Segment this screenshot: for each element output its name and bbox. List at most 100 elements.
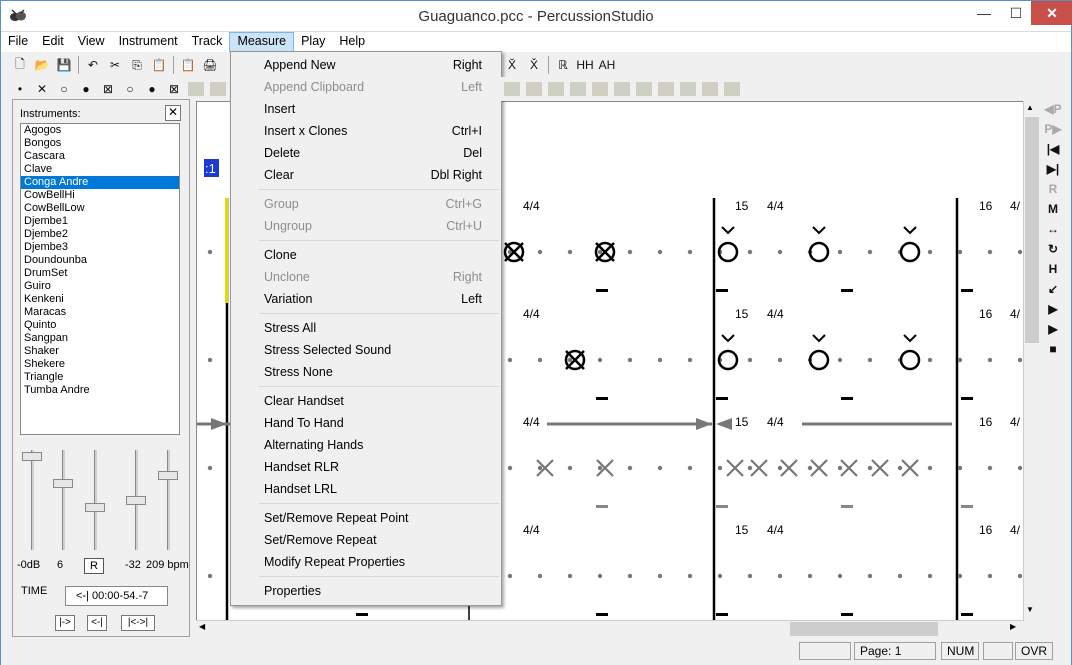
menu-item-clear-handset[interactable]: Clear Handset bbox=[233, 390, 499, 412]
slider-thumb[interactable] bbox=[126, 496, 146, 505]
beat-dot[interactable] bbox=[837, 249, 843, 255]
beat-dot[interactable] bbox=[807, 465, 813, 471]
mute-note[interactable] bbox=[750, 459, 768, 477]
instrument-item[interactable]: CowBellHi bbox=[21, 189, 179, 202]
instrument-item[interactable]: Guiro bbox=[21, 280, 179, 293]
beat-dot[interactable] bbox=[207, 465, 213, 471]
menu-item-handset-lrl[interactable]: Handset LRL bbox=[233, 478, 499, 500]
beat-dot[interactable] bbox=[657, 357, 663, 363]
mute-note[interactable] bbox=[780, 459, 798, 477]
beat-dot[interactable] bbox=[777, 249, 783, 255]
sound-slot[interactable] bbox=[548, 82, 564, 96]
menu-item-set-remove-repeat[interactable]: Set/Remove Repeat bbox=[233, 529, 499, 551]
mute-note[interactable] bbox=[901, 459, 919, 477]
instrument-item[interactable]: DrumSet bbox=[21, 267, 179, 280]
sound-slot[interactable] bbox=[592, 82, 608, 96]
toolbar-button-5[interactable]: ⎘ bbox=[126, 54, 148, 76]
sound-tool-button-0[interactable]: • bbox=[9, 78, 31, 100]
sound-slot[interactable] bbox=[614, 82, 630, 96]
right-tool-button-11[interactable]: ▶ bbox=[1041, 319, 1065, 339]
toolbar-button-1[interactable]: 📂 bbox=[31, 54, 53, 76]
open-tone-note[interactable] bbox=[899, 226, 921, 263]
beat-dot[interactable] bbox=[897, 465, 903, 471]
sound-slot[interactable] bbox=[210, 82, 226, 96]
beat-dot[interactable] bbox=[537, 465, 543, 471]
toolbar-button-2[interactable]: 💾 bbox=[53, 54, 75, 76]
menu-item-append-new[interactable]: Append New Right bbox=[233, 54, 499, 76]
beat-dot[interactable] bbox=[777, 465, 783, 471]
menu-item-delete[interactable]: Delete Del bbox=[233, 142, 499, 164]
right-tool-button-1[interactable]: P▶ bbox=[1041, 119, 1065, 139]
menu-edit[interactable]: Edit bbox=[35, 32, 71, 52]
sound-slot[interactable] bbox=[680, 82, 696, 96]
beat-dot[interactable] bbox=[627, 357, 633, 363]
instrument-item[interactable]: Triangle bbox=[21, 371, 179, 384]
sound-slot[interactable] bbox=[526, 82, 542, 96]
score-horizontal-scrollbar[interactable]: ◀ ▶ bbox=[196, 620, 1024, 637]
toolbar-button-3[interactable]: ↶ bbox=[82, 54, 104, 76]
menu-measure[interactable]: Measure bbox=[229, 32, 295, 52]
beat-dot[interactable] bbox=[867, 357, 873, 363]
sound-slot[interactable] bbox=[636, 82, 652, 96]
toolbar-button-6[interactable]: 📋 bbox=[148, 54, 170, 76]
instrument-item[interactable]: Conga Andre bbox=[21, 176, 179, 189]
sound-slot[interactable] bbox=[188, 82, 204, 96]
right-tool-button-0[interactable]: ◀P bbox=[1041, 99, 1065, 119]
beat-dot[interactable] bbox=[687, 357, 693, 363]
beat-dot[interactable] bbox=[207, 357, 213, 363]
sound-slot[interactable] bbox=[724, 82, 740, 96]
beat-dot[interactable] bbox=[717, 465, 723, 471]
open-tone-note[interactable] bbox=[717, 226, 739, 263]
beat-dot[interactable] bbox=[987, 465, 993, 471]
menu-help[interactable]: Help bbox=[332, 32, 372, 52]
score-vertical-scrollbar[interactable]: ▲ ▼ bbox=[1023, 101, 1040, 621]
instrument-item[interactable]: Maracas bbox=[21, 306, 179, 319]
sound-slot[interactable] bbox=[570, 82, 586, 96]
menu-item-stress-none[interactable]: Stress None bbox=[233, 361, 499, 383]
instrument-item[interactable]: Quinto bbox=[21, 319, 179, 332]
beat-dot[interactable] bbox=[507, 357, 513, 363]
slider-thumb[interactable] bbox=[22, 452, 42, 461]
sound-tool-button-4[interactable]: ⊠ bbox=[97, 78, 119, 100]
maximize-button[interactable]: ☐ bbox=[1001, 1, 1031, 25]
beat-dot[interactable] bbox=[987, 573, 993, 579]
right-tool-button-10[interactable]: ▶ bbox=[1041, 299, 1065, 319]
scroll-right-icon[interactable]: ▶ bbox=[1010, 622, 1016, 631]
beat-dot[interactable] bbox=[777, 357, 783, 363]
menu-item-stress-all[interactable]: Stress All bbox=[233, 317, 499, 339]
vertical-scroll-thumb[interactable] bbox=[1025, 117, 1039, 343]
beat-dot[interactable] bbox=[837, 465, 843, 471]
instrument-item[interactable]: Sangpan bbox=[21, 332, 179, 345]
slider-thumb[interactable] bbox=[53, 479, 73, 488]
handset-tool-button-2[interactable]: ℝ bbox=[552, 54, 574, 76]
transport-start-button[interactable]: |-> bbox=[55, 615, 75, 631]
right-tool-button-3[interactable]: ▶| bbox=[1041, 159, 1065, 179]
mixer-slider-0[interactable] bbox=[22, 450, 42, 554]
beat-dot[interactable] bbox=[927, 249, 933, 255]
beat-dot[interactable] bbox=[747, 249, 753, 255]
menu-item-properties[interactable]: Properties bbox=[233, 580, 499, 602]
handset-tool-button-3[interactable]: HH bbox=[574, 54, 596, 76]
beat-dot[interactable] bbox=[627, 573, 633, 579]
beat-dot[interactable] bbox=[927, 465, 933, 471]
handset-tool-button-1[interactable]: X̌ bbox=[523, 54, 545, 76]
sound-slot[interactable] bbox=[702, 82, 718, 96]
beat-dot[interactable] bbox=[1017, 357, 1023, 363]
menu-item-insert[interactable]: Insert bbox=[233, 98, 499, 120]
menu-item-variation[interactable]: Variation Left bbox=[233, 288, 499, 310]
beat-dot[interactable] bbox=[567, 573, 573, 579]
menu-item-clear[interactable]: Clear Dbl Right bbox=[233, 164, 499, 186]
mute-note[interactable] bbox=[810, 459, 828, 477]
beat-dot[interactable] bbox=[717, 573, 723, 579]
beat-dot[interactable] bbox=[627, 465, 633, 471]
open-tone-note[interactable] bbox=[717, 334, 739, 371]
beat-dot[interactable] bbox=[957, 573, 963, 579]
toolbar-button-4[interactable]: ✂ bbox=[104, 54, 126, 76]
beat-dot[interactable] bbox=[507, 465, 513, 471]
right-tool-button-9[interactable]: ↙ bbox=[1041, 279, 1065, 299]
beat-dot[interactable] bbox=[807, 573, 813, 579]
slap-note[interactable] bbox=[503, 241, 525, 263]
scroll-left-icon[interactable]: ◀ bbox=[199, 622, 205, 631]
beat-dot[interactable] bbox=[957, 465, 963, 471]
open-tone-note[interactable] bbox=[808, 334, 830, 371]
